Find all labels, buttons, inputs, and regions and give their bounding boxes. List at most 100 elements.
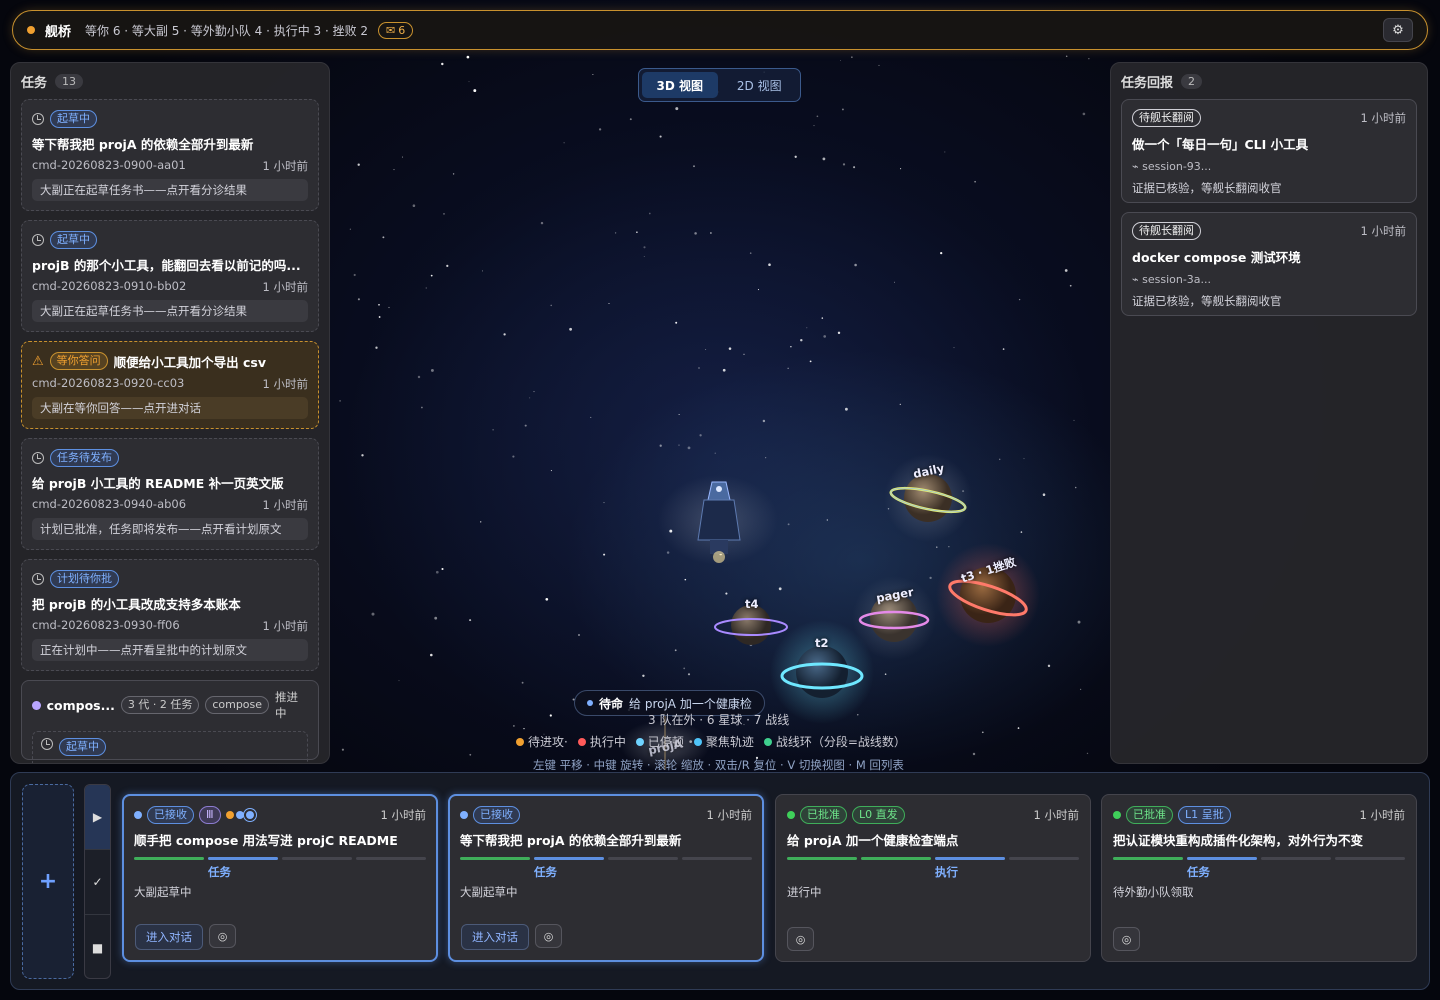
report-card[interactable]: 待舰长翻阅 1 小时前 做一个「每日一句」CLI 小工具 ⌁ session-9… bbox=[1121, 99, 1417, 203]
enter-chat-button[interactable]: 进入对话 bbox=[461, 924, 529, 950]
progress-segment bbox=[1335, 857, 1405, 860]
scene-stats: 3 队在外 · 6 星球 · 7 战线 bbox=[648, 713, 790, 727]
task-id: cmd-20260823-0910-bb02 bbox=[32, 279, 187, 293]
star bbox=[1088, 58, 1090, 60]
mission-dot bbox=[134, 811, 142, 819]
focus-button[interactable]: ◎ bbox=[787, 927, 814, 951]
star bbox=[341, 748, 344, 751]
planet-t3[interactable] bbox=[936, 543, 1040, 647]
star bbox=[480, 521, 482, 523]
star bbox=[693, 165, 695, 168]
mission-time: 1 小时前 bbox=[706, 808, 752, 822]
star bbox=[550, 470, 552, 472]
task-card[interactable]: 起草中 等下帮我把 projA 的依赖全部升到最新 cmd-20260823-0… bbox=[21, 99, 319, 211]
task-card[interactable]: 任务待发布 给 projB 小工具的 README 补一页英文版 cmd-202… bbox=[21, 438, 319, 550]
star bbox=[636, 231, 638, 234]
mission-card[interactable]: 已接收 1 小时前 等下帮我把 projA 的依赖全部升到最新 任务 大副起草中… bbox=[448, 794, 764, 962]
group-subtask[interactable]: 起草中 bbox=[32, 731, 308, 763]
mission-state: 进行中 bbox=[787, 885, 822, 899]
clock-icon bbox=[32, 113, 44, 125]
report-panel: 任务回报 2 待舰长翻阅 1 小时前 做一个「每日一句」CLI 小工具 ⌁ se… bbox=[1110, 62, 1428, 764]
star bbox=[878, 64, 880, 66]
settings-button[interactable]: ⚙ bbox=[1383, 18, 1413, 42]
stage-progress bbox=[134, 857, 426, 860]
star bbox=[339, 400, 341, 402]
status-badge: 起草中 bbox=[50, 231, 97, 249]
focus-button[interactable]: ◎ bbox=[535, 924, 562, 948]
report-count: 2 bbox=[1181, 73, 1203, 89]
star bbox=[894, 281, 895, 283]
star bbox=[722, 368, 726, 372]
star bbox=[1042, 493, 1046, 496]
star bbox=[1079, 688, 1082, 691]
mission-card[interactable]: 已接收 Ⅲ 1 小时前 顺手把 compose 用法写进 projC READM… bbox=[122, 794, 438, 962]
filter-active-button[interactable]: ▶ bbox=[85, 785, 110, 850]
star bbox=[841, 108, 844, 111]
task-panel-title: 任务 bbox=[21, 75, 48, 91]
star bbox=[694, 232, 697, 235]
star bbox=[809, 360, 812, 363]
mission-title: 把认证模块重构成插件化架构，对外行为不变 bbox=[1113, 833, 1364, 848]
star bbox=[762, 419, 766, 423]
task-card-awaiting-answer[interactable]: ⚠ 等你答问 顺便给小工具加个导出 csv cmd-20260823-0920-… bbox=[21, 341, 319, 429]
planet-label-t2: t2 bbox=[815, 636, 829, 650]
star bbox=[382, 236, 385, 239]
star bbox=[378, 316, 381, 318]
progress-segment bbox=[282, 857, 352, 860]
progress-segment bbox=[534, 857, 604, 860]
view-2d-button[interactable]: 2D 视图 bbox=[722, 72, 798, 98]
legend-label: 已停顿 bbox=[647, 735, 684, 749]
star bbox=[823, 335, 827, 338]
task-group-card[interactable]: compos... 3 代 · 2 任务 compose 推进中 起草中 bbox=[21, 680, 319, 763]
mothership[interactable] bbox=[658, 475, 778, 565]
mission-dot bbox=[787, 811, 795, 819]
stage-label: 任务 bbox=[534, 865, 557, 879]
scene-legend: 待进攻· 执行中 已停顿 聚焦轨迹 战线环（分段=战线数） bbox=[516, 733, 906, 750]
star bbox=[524, 424, 527, 427]
star bbox=[1082, 112, 1086, 116]
report-note: 证据已核验，等舰长翻阅收官 bbox=[1132, 181, 1282, 195]
star bbox=[357, 163, 360, 166]
mission-card[interactable]: 已批准 L1 呈批 1 小时前 把认证模块重构成插件化架构，对外行为不变 任务 … bbox=[1101, 794, 1417, 962]
star bbox=[1077, 620, 1081, 624]
view-3d-button[interactable]: 3D 视图 bbox=[642, 72, 718, 98]
bridge-topbar: 舰桥 等你 6 · 等大副 5 · 等外勤小队 4 · 执行中 3 · 挫败 2… bbox=[12, 10, 1428, 50]
add-mission-button[interactable]: + bbox=[22, 784, 74, 979]
star bbox=[473, 89, 477, 93]
approval-level-badge: L1 呈批 bbox=[1178, 806, 1231, 824]
task-card[interactable]: 起草中 projB 的那个小工具，能翻回去看以前记的吗... cmd-20260… bbox=[21, 220, 319, 332]
star bbox=[512, 455, 515, 458]
star bbox=[378, 304, 380, 306]
star bbox=[675, 107, 679, 111]
mail-badge[interactable]: ✉ 6 bbox=[378, 21, 414, 39]
star bbox=[678, 414, 680, 415]
star bbox=[388, 306, 390, 309]
warning-icon: ⚠ bbox=[32, 353, 44, 369]
star bbox=[603, 553, 606, 556]
star bbox=[794, 155, 797, 158]
task-note: 大副正在起草任务书——点开看分诊结果 bbox=[32, 300, 308, 322]
focus-button[interactable]: ◎ bbox=[209, 924, 236, 948]
mission-time: 1 小时前 bbox=[380, 808, 426, 822]
legend-label: 聚焦轨迹 bbox=[705, 735, 754, 749]
star bbox=[687, 446, 691, 450]
star bbox=[1020, 531, 1023, 533]
planet-t4[interactable] bbox=[714, 605, 788, 645]
focus-button[interactable]: ◎ bbox=[1113, 927, 1140, 951]
report-card[interactable]: 待舰长翻阅 1 小时前 docker compose 测试环境 ⌁ sessio… bbox=[1121, 212, 1417, 316]
star bbox=[806, 327, 808, 329]
task-card[interactable]: 计划待你批 把 projB 的小工具改成支持多本账本 cmd-20260823-… bbox=[21, 559, 319, 671]
enter-chat-button[interactable]: 进入对话 bbox=[135, 924, 203, 950]
star bbox=[728, 347, 732, 350]
filter-done-button[interactable]: ✓ bbox=[85, 850, 110, 915]
star bbox=[800, 338, 803, 342]
report-time: 1 小时前 bbox=[1360, 224, 1406, 238]
star bbox=[578, 634, 580, 636]
task-panel-header: 任务 13 bbox=[11, 63, 329, 99]
mission-card[interactable]: 已批准 L0 直发 1 小时前 给 projA 加一个健康检查端点 执行 进行中… bbox=[775, 794, 1091, 962]
report-time: 1 小时前 bbox=[1360, 111, 1406, 125]
mission-dot bbox=[1113, 811, 1121, 819]
filter-stopped-button[interactable]: ■ bbox=[85, 915, 110, 978]
star bbox=[678, 444, 680, 446]
star bbox=[705, 348, 707, 350]
